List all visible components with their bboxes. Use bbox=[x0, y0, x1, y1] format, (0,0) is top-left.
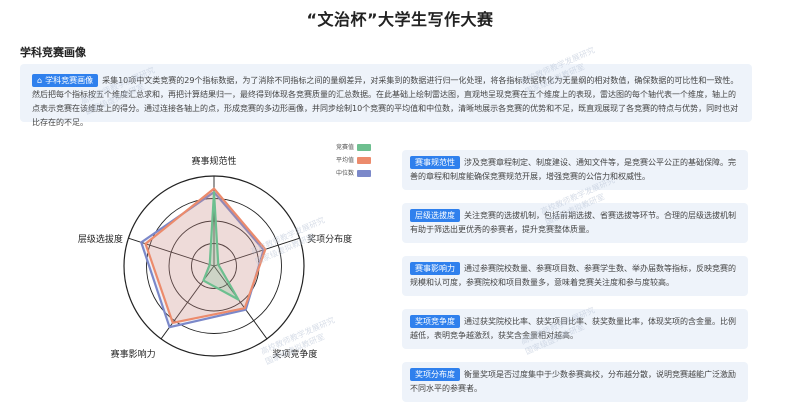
radar-axis-label: 奖项竞争度 bbox=[272, 348, 317, 360]
card-selection: 层级选拔度 关注竞赛的选拔机制，包括前期选拔、省赛选拔等环节。合理的层级选拔机制有… bbox=[402, 203, 748, 243]
radar-axis-label: 奖项分布度 bbox=[307, 233, 352, 245]
legend-swatch bbox=[357, 170, 372, 177]
intro-tag-label: 学科竞赛画像 bbox=[45, 76, 94, 85]
legend-swatch bbox=[357, 157, 372, 164]
card-influence-tag: 赛事影响力 bbox=[410, 262, 460, 275]
card-competition: 奖项竞争度 通过获奖院校比率、获奖项目比率、获奖数量比率，体现奖项的含金量。比例越… bbox=[402, 309, 748, 349]
section-title: 学科竞赛画像 bbox=[20, 46, 86, 59]
card-distribution-tag: 奖项分布度 bbox=[410, 368, 460, 381]
chart-legend: 竞赛值 平均值 中位数 bbox=[336, 142, 372, 181]
legend-swatch bbox=[357, 144, 372, 151]
card-competition-tag: 奖项竞争度 bbox=[410, 315, 460, 328]
card-influence: 赛事影响力 通过参赛院校数量、参赛项目数、参赛学生数、举办届数等指标，反映竞赛的规… bbox=[402, 256, 748, 296]
card-norm-tag: 赛事规范性 bbox=[410, 156, 460, 169]
legend-item: 平均值 bbox=[336, 155, 372, 168]
building-icon: ⌂ bbox=[37, 76, 43, 85]
card-norm: 赛事规范性 涉及竞赛章程制定、制度建设、通知文件等，是竞赛公平公正的基础保障。完善… bbox=[402, 150, 748, 190]
legend-label: 中位数 bbox=[336, 170, 355, 177]
card-selection-tag: 层级选拔度 bbox=[410, 209, 460, 222]
intro-panel: ⌂ 学科竞赛画像 采集10项中文类竞赛的29个指标数据，为了消除不同指标之间的量纲差… bbox=[20, 64, 752, 127]
intro-tag: ⌂ 学科竞赛画像 bbox=[32, 74, 99, 87]
legend-item: 中位数 bbox=[336, 168, 372, 181]
intro-text: 采集10项中文类竞赛的29个指标数据，为了消除不同指标之间的量纲差异，对采集到的… bbox=[32, 76, 739, 127]
legend-label: 平均值 bbox=[336, 157, 355, 164]
radar-axis-label: 赛事规范性 bbox=[191, 155, 236, 167]
radar-axis-label: 层级选拔度 bbox=[78, 233, 123, 245]
radar-axis-label: 赛事影响力 bbox=[111, 348, 156, 360]
card-distribution: 奖项分布度 衡量奖项是否过度集中于少数参赛高校，分布越分散，说明竞赛越能广泛激励不… bbox=[402, 362, 748, 402]
legend-item: 竞赛值 bbox=[336, 142, 372, 155]
legend-label: 竞赛值 bbox=[336, 144, 355, 151]
page-title: “文治杯”大学生写作大赛 bbox=[306, 10, 494, 29]
